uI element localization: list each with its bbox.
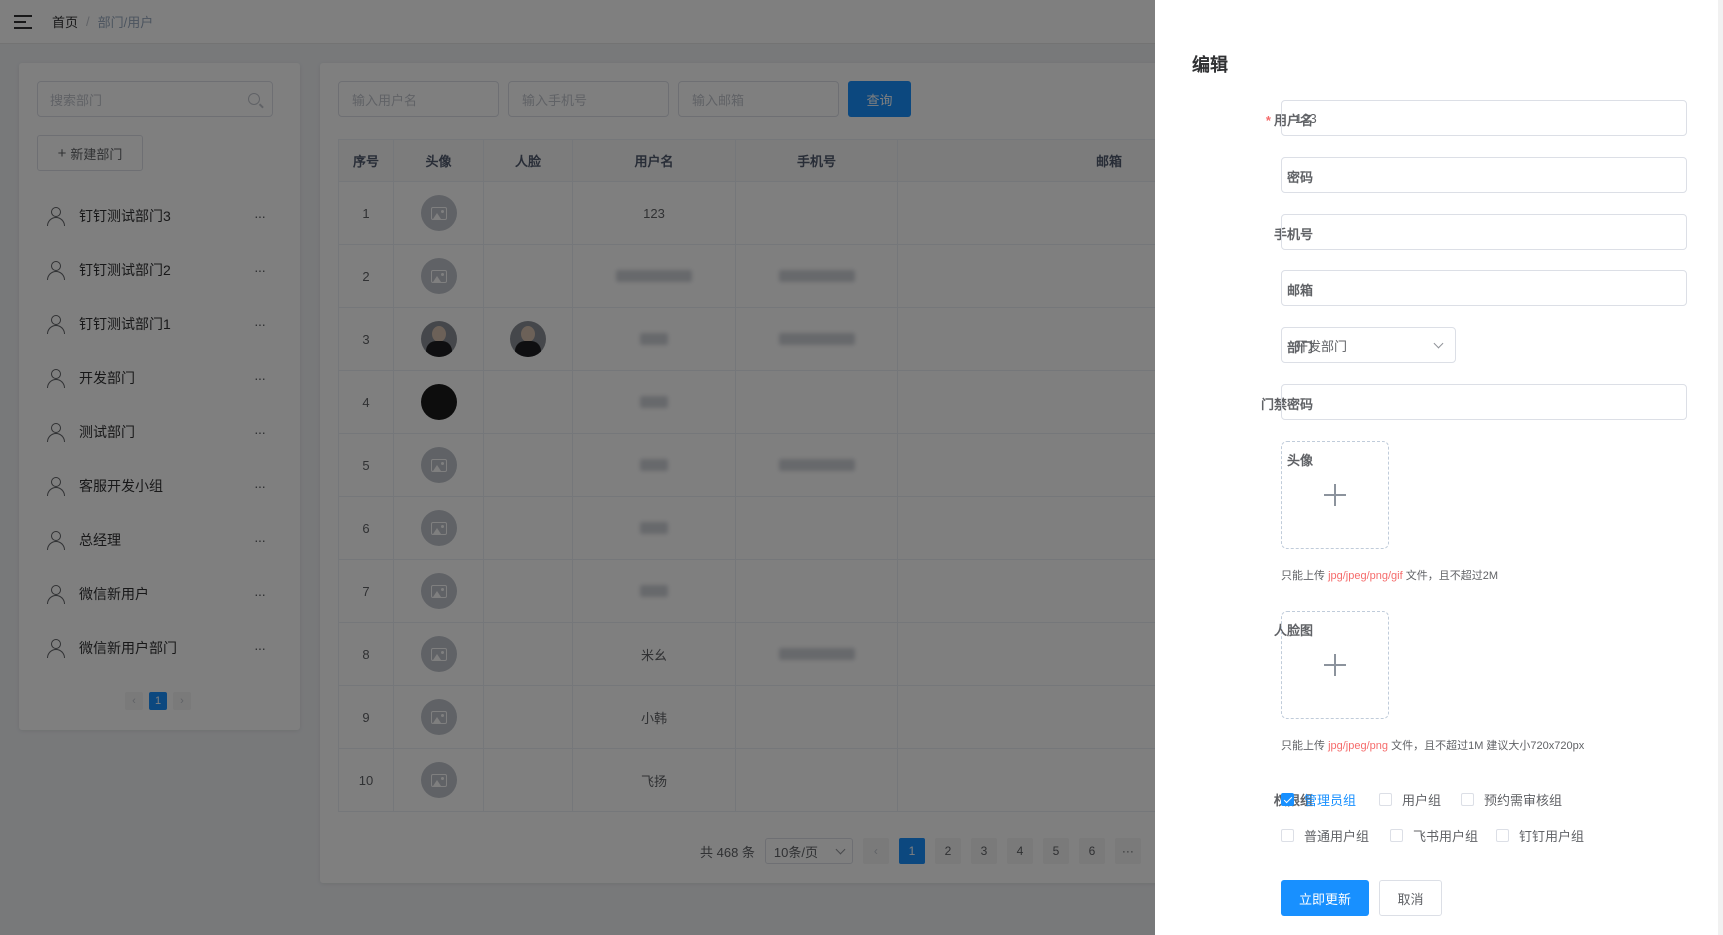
cancel-button[interactable]: 取消 bbox=[1379, 880, 1442, 916]
perm-checkbox[interactable]: 预约需审核组 bbox=[1461, 790, 1562, 809]
checkbox-icon[interactable] bbox=[1390, 829, 1403, 842]
username-field[interactable]: 123 bbox=[1281, 100, 1687, 136]
perm-checkbox[interactable]: 普通用户组 bbox=[1281, 826, 1369, 845]
edit-drawer: 编辑 * 用户名 123 密码 手机号 邮箱 部门 开发部门 门禁密码 头像 只能… bbox=[1155, 0, 1723, 935]
perm-checkbox-label: 用户组 bbox=[1402, 793, 1442, 808]
plus-icon bbox=[1324, 654, 1346, 676]
drawer-title: 编辑 bbox=[1192, 55, 1228, 75]
checkbox-icon[interactable] bbox=[1379, 793, 1392, 806]
perm-checkbox-label: 普通用户组 bbox=[1304, 829, 1370, 844]
perm-checkbox-label: 钉钉用户组 bbox=[1519, 829, 1585, 844]
phone-field[interactable] bbox=[1281, 214, 1687, 250]
chevron-down-icon bbox=[1433, 338, 1444, 348]
password-field[interactable] bbox=[1281, 157, 1687, 193]
perm-checkbox-label: 管理员组 bbox=[1304, 793, 1357, 808]
submit-update-button[interactable]: 立即更新 bbox=[1281, 880, 1369, 916]
perm-checkbox[interactable]: 飞书用户组 bbox=[1390, 826, 1478, 845]
checkbox-icon[interactable] bbox=[1281, 793, 1294, 806]
door-pwd-field[interactable] bbox=[1281, 384, 1687, 420]
face-upload[interactable] bbox=[1281, 611, 1389, 719]
dept-select[interactable]: 开发部门 bbox=[1281, 327, 1456, 363]
perm-checkbox-label: 预约需审核组 bbox=[1484, 793, 1563, 808]
avatar-upload-tip: 只能上传 jpg/jpeg/png/gif 文件，且不超过2M bbox=[1281, 570, 1499, 582]
checkbox-icon[interactable] bbox=[1496, 829, 1509, 842]
perm-checkbox[interactable]: 管理员组 bbox=[1281, 790, 1356, 809]
checkbox-icon[interactable] bbox=[1281, 829, 1294, 842]
email-field[interactable] bbox=[1281, 270, 1687, 306]
face-upload-tip: 只能上传 jpg/jpeg/png 文件，且不超过1M 建议大小720x720p… bbox=[1281, 740, 1585, 752]
avatar-upload[interactable] bbox=[1281, 441, 1389, 549]
drawer-scrollbar[interactable] bbox=[1718, 0, 1723, 935]
plus-icon bbox=[1324, 484, 1346, 506]
perm-checkbox[interactable]: 钉钉用户组 bbox=[1496, 826, 1584, 845]
perm-checkbox-label: 飞书用户组 bbox=[1413, 829, 1479, 844]
checkbox-icon[interactable] bbox=[1461, 793, 1474, 806]
perm-checkbox[interactable]: 用户组 bbox=[1379, 790, 1441, 809]
dept-select-value: 开发部门 bbox=[1295, 338, 1348, 354]
